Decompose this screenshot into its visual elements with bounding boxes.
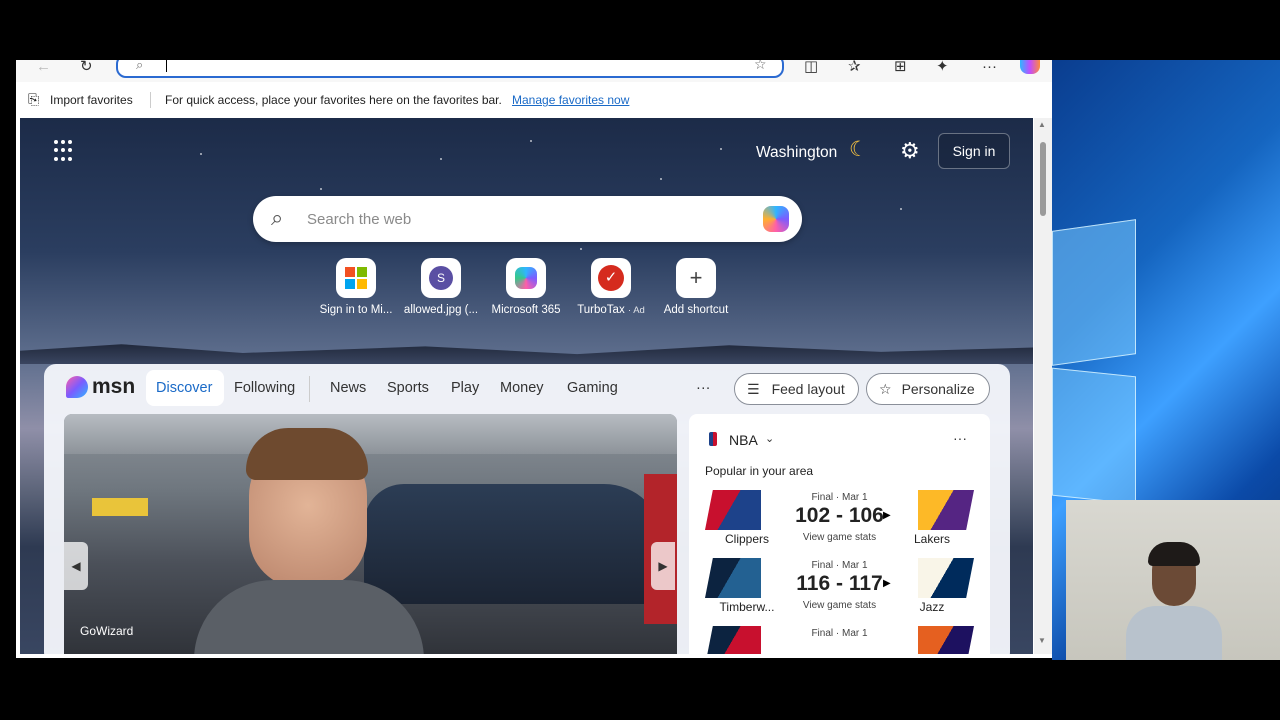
car-shape bbox=[364, 484, 664, 604]
tab-sports[interactable]: Sports bbox=[387, 380, 429, 396]
profile-s-icon: S bbox=[429, 266, 453, 290]
web-search-box[interactable]: ⌕ Search the web bbox=[253, 196, 802, 242]
new-tab-page: Washington ☾ ⚙ Sign in ⌕ Search the web … bbox=[20, 118, 1033, 654]
home-team-name: Clippers bbox=[724, 532, 769, 546]
person-hair bbox=[246, 428, 368, 480]
search-placeholder: Search the web bbox=[307, 211, 412, 228]
shortcut-label: Sign in to Mi... bbox=[319, 304, 393, 316]
scroll-down-arrow[interactable]: ▼ bbox=[1038, 636, 1046, 645]
manage-favorites-link[interactable]: Manage favorites now bbox=[512, 93, 629, 107]
favorites-bar: ⎘ Import favorites For quick access, pla… bbox=[16, 84, 1052, 117]
text-cursor bbox=[166, 60, 167, 72]
chevron-down-icon[interactable]: ⌄ bbox=[765, 432, 774, 445]
address-bar[interactable]: ⌕ ☆ bbox=[116, 60, 784, 78]
tab-divider bbox=[309, 376, 310, 402]
msn-logo[interactable]: msn bbox=[66, 372, 135, 402]
search-icon: ⌕ bbox=[136, 60, 144, 72]
play-arrow-icon: ▶ bbox=[883, 578, 891, 589]
page-scrollbar[interactable]: ▲ ▼ bbox=[1034, 118, 1052, 654]
hero-next-button[interactable]: ▶ bbox=[651, 542, 675, 590]
shortcut-label: TurboTax bbox=[577, 304, 625, 316]
game-score: 102 - 106 bbox=[795, 504, 884, 527]
game-score: 116 - 117 bbox=[796, 572, 883, 595]
mountain-silhouette bbox=[20, 344, 1033, 364]
tab-money[interactable]: Money bbox=[500, 380, 544, 396]
tab-following[interactable]: Following bbox=[234, 380, 295, 396]
nba-more-button[interactable]: ··· bbox=[953, 430, 967, 446]
import-favorites-button[interactable]: Import favorites bbox=[50, 93, 133, 107]
tab-discover[interactable]: Discover bbox=[156, 380, 212, 396]
back-icon[interactable]: ← bbox=[36, 60, 51, 74]
scroll-thumb[interactable] bbox=[1040, 142, 1046, 216]
browser-window: ← ↻ ⌕ ☆ ◫ ✰ ⊞ ✦ ··· ⎘ Import favorites F… bbox=[16, 60, 1052, 658]
more-menu-icon[interactable]: ··· bbox=[982, 60, 997, 74]
personalize-button[interactable]: ☆ Personalize bbox=[866, 373, 990, 405]
add-shortcut-button[interactable]: + Add shortcut bbox=[655, 258, 737, 316]
game-row[interactable]: Final · Mar 1 102 - 106 ▶ View game stat… bbox=[705, 490, 974, 550]
away-team-name: Lakers bbox=[913, 532, 951, 546]
scroll-up-arrow[interactable]: ▲ bbox=[1038, 120, 1046, 129]
sparkle-star-icon: ☆ bbox=[879, 380, 892, 397]
favorites-hint: For quick access, place your favorites h… bbox=[165, 93, 502, 107]
league-selector[interactable]: NBA bbox=[729, 432, 758, 448]
ad-badge: · Ad bbox=[627, 305, 645, 316]
shortcut-label: Add shortcut bbox=[663, 304, 729, 316]
extensions-icon[interactable]: ✦ bbox=[936, 60, 949, 74]
sign-in-label: Sign in bbox=[952, 143, 996, 159]
moon-icon: ☾ bbox=[849, 138, 868, 161]
game-status: Final · Mar 1 bbox=[811, 628, 868, 639]
game-row[interactable]: Final · Mar 1 bbox=[705, 626, 974, 654]
favorites-divider bbox=[150, 92, 151, 108]
yellow-sign bbox=[92, 498, 148, 516]
copilot-icon[interactable] bbox=[763, 206, 789, 232]
game-row[interactable]: Final · Mar 1 116 - 117 ▶ View game stat… bbox=[705, 558, 974, 618]
settings-gear-icon[interactable]: ⚙ bbox=[900, 138, 920, 164]
shortcut-allowed-jpg[interactable]: S allowed.jpg (... bbox=[400, 258, 482, 316]
more-tabs-button[interactable]: ··· bbox=[696, 380, 711, 396]
sliders-icon: ☰ bbox=[747, 380, 760, 397]
game-status: Final · Mar 1 bbox=[811, 560, 868, 571]
feed-layout-button[interactable]: ☰ Feed layout bbox=[734, 373, 859, 405]
tab-play[interactable]: Play bbox=[451, 380, 479, 396]
webcam-overlay bbox=[1066, 500, 1280, 660]
import-favorites-icon[interactable]: ⎘ bbox=[28, 91, 39, 108]
shortcut-label: allowed.jpg (... bbox=[403, 304, 479, 316]
hero-source: GoWizard bbox=[80, 624, 134, 638]
split-screen-icon[interactable]: ◫ bbox=[804, 60, 818, 74]
shortcut-microsoft-365[interactable]: Microsoft 365 bbox=[485, 258, 567, 316]
garage-shelves bbox=[64, 414, 677, 454]
hero-article-card[interactable]: ◀ ▶ GoWizard bbox=[64, 414, 677, 654]
copilot-icon[interactable] bbox=[1020, 60, 1040, 74]
nba-logo-icon bbox=[709, 432, 717, 446]
tab-news[interactable]: News bbox=[330, 380, 366, 396]
turbotax-check-icon: ✓ bbox=[598, 265, 624, 291]
play-arrow-icon: ▶ bbox=[883, 510, 891, 521]
microsoft-365-icon bbox=[515, 267, 537, 289]
search-icon: ⌕ bbox=[271, 205, 284, 230]
desktop-wallpaper bbox=[1052, 60, 1280, 660]
weather-location[interactable]: Washington bbox=[756, 144, 837, 162]
msn-feed-panel: msn Discover Following News Sports Play … bbox=[44, 364, 1010, 654]
refresh-icon[interactable]: ↻ bbox=[80, 60, 93, 74]
shortcut-turbotax[interactable]: ✓ TurboTax · Ad bbox=[570, 258, 652, 316]
apps-launcher-icon[interactable] bbox=[54, 140, 76, 162]
favorites-icon[interactable]: ✰ bbox=[848, 60, 861, 74]
favorite-star-icon[interactable]: ☆ bbox=[754, 60, 767, 73]
windows-logo-icon bbox=[345, 267, 367, 289]
nba-subtitle: Popular in your area bbox=[705, 464, 814, 478]
nba-scores-card: NBA ⌄ ··· Popular in your area Final · M… bbox=[689, 414, 990, 654]
sign-in-button[interactable]: Sign in bbox=[938, 133, 1010, 169]
home-team-name: Timberw... bbox=[719, 600, 775, 614]
shortcut-microsoft-signin[interactable]: Sign in to Mi... bbox=[315, 258, 397, 316]
hero-prev-button[interactable]: ◀ bbox=[64, 542, 88, 590]
shortcut-label: Microsoft 365 bbox=[491, 304, 561, 316]
browser-toolbar: ← ↻ ⌕ ☆ ◫ ✰ ⊞ ✦ ··· bbox=[16, 60, 1052, 82]
game-status: Final · Mar 1 bbox=[811, 492, 868, 503]
plus-icon: + bbox=[689, 265, 703, 290]
away-team-name: Jazz bbox=[919, 600, 945, 614]
collections-icon[interactable]: ⊞ bbox=[894, 60, 907, 74]
tab-gaming[interactable]: Gaming bbox=[567, 380, 618, 396]
msn-butterfly-icon bbox=[66, 376, 88, 398]
